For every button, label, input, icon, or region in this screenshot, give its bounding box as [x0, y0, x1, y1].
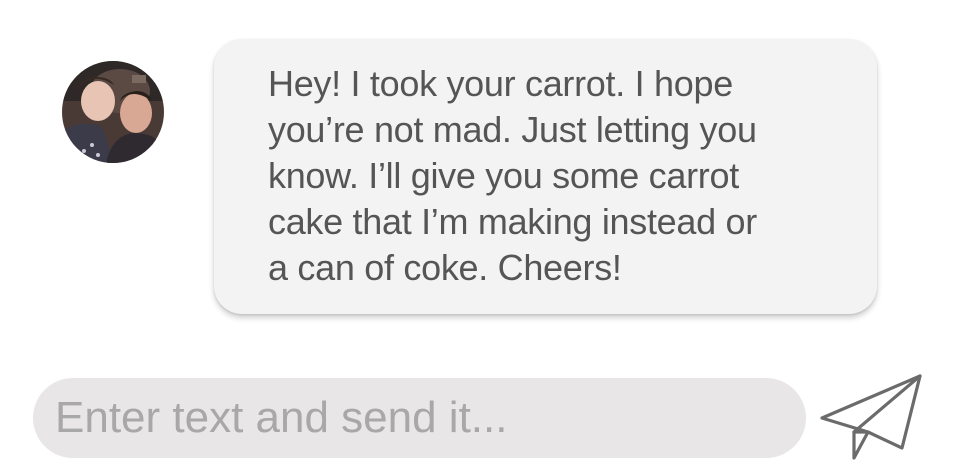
message-composer — [33, 378, 806, 458]
sender-avatar[interactable] — [62, 61, 164, 163]
send-button[interactable] — [818, 372, 926, 462]
message-bubble: Hey! I took your carrot. I hope you’re n… — [214, 39, 877, 314]
paper-plane-icon — [820, 374, 922, 460]
message-text: Hey! I took your carrot. I hope you’re n… — [268, 63, 757, 288]
message-input[interactable] — [55, 378, 806, 458]
avatar-photo — [62, 61, 164, 163]
